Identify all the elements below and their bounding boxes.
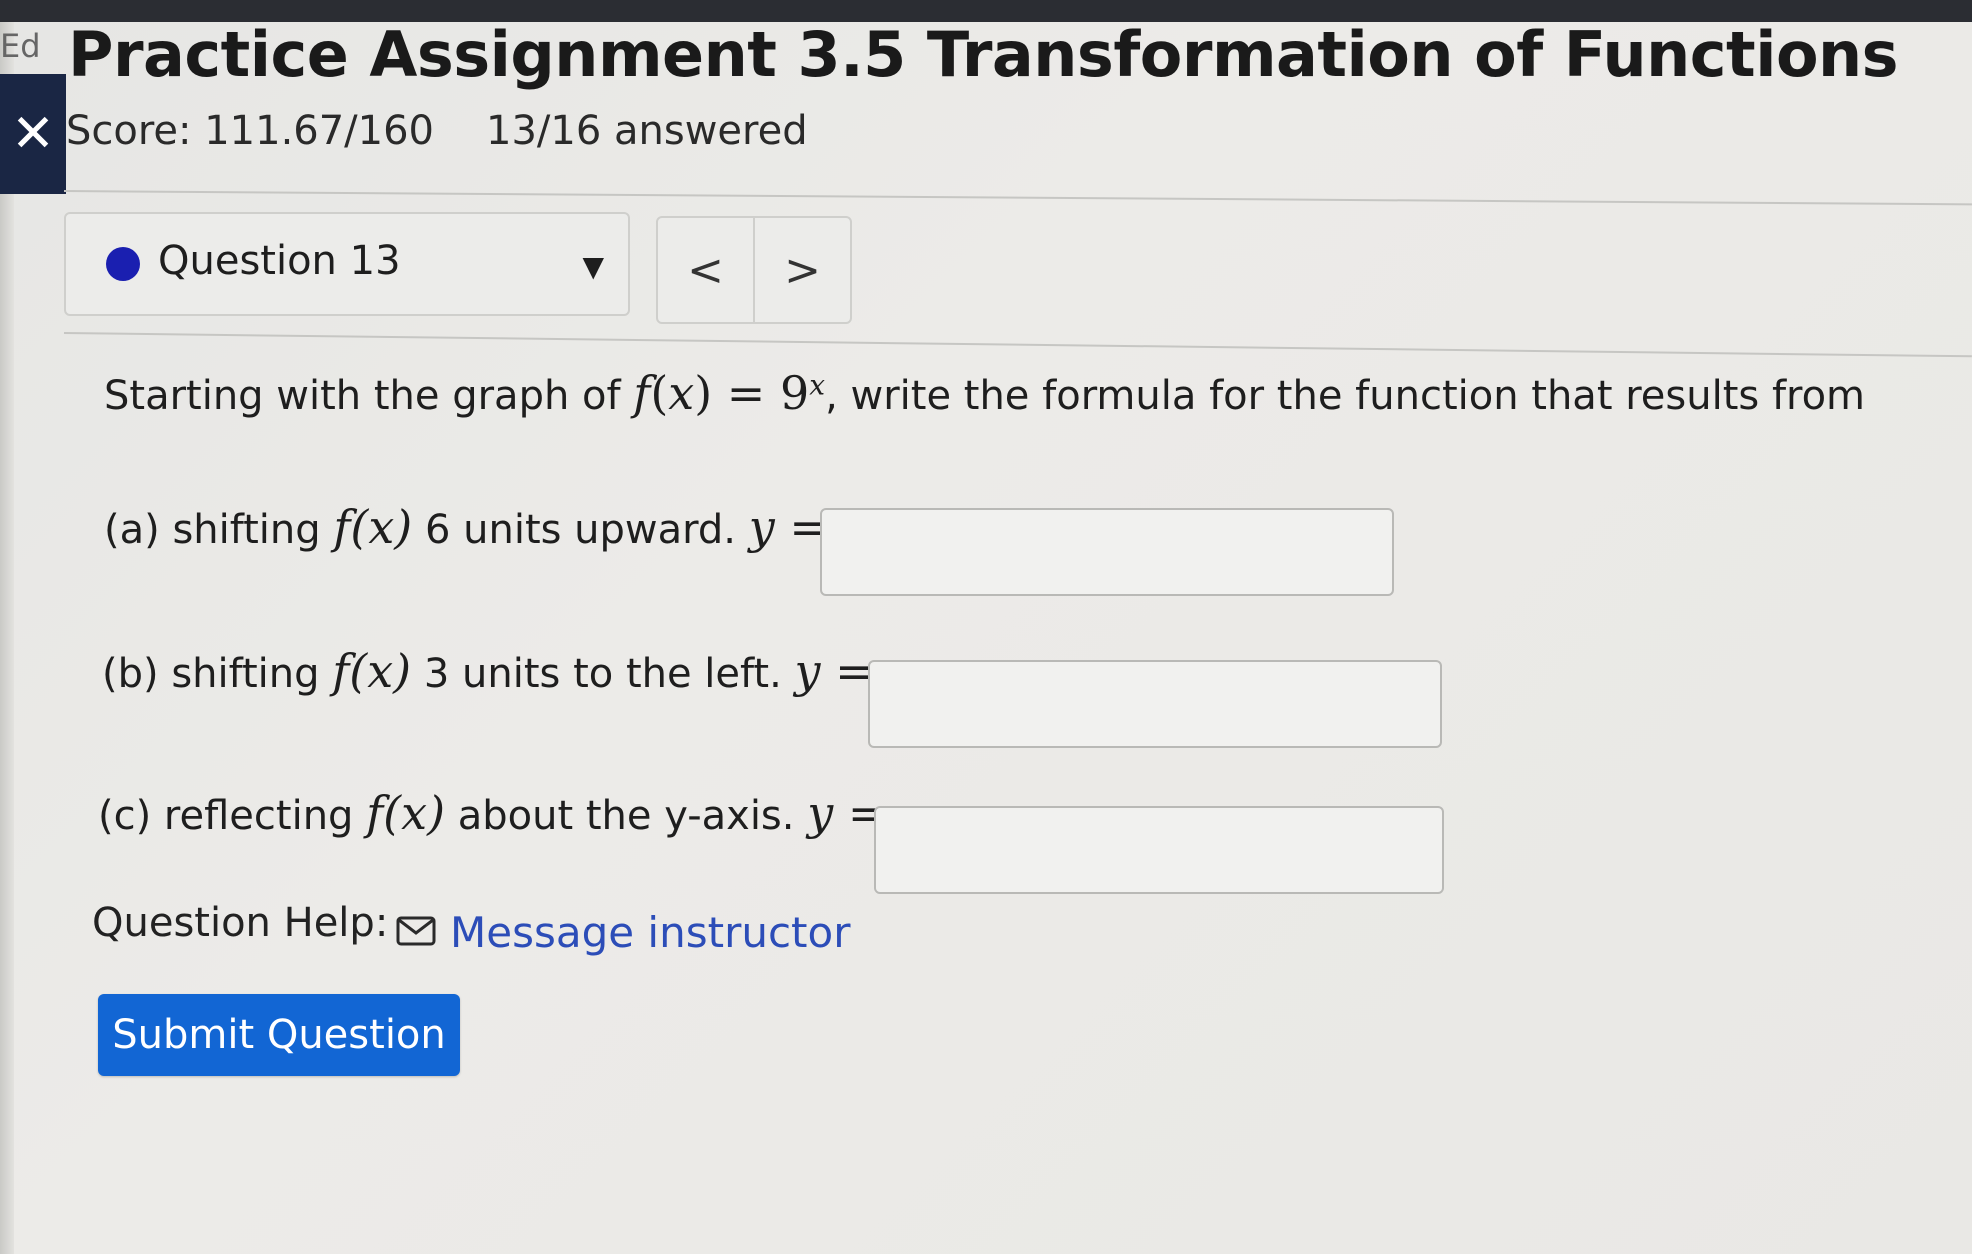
next-question-button[interactable]: > [753, 218, 850, 322]
score-line: Score: 111.67/160 13/16 answered [66, 108, 808, 154]
prompt-base: 9 [779, 366, 810, 420]
prompt-lead-text: Starting with the graph of [104, 373, 634, 419]
part-a-label: (a) shifting [104, 507, 334, 553]
part-c-desc: about the y-axis. [445, 793, 808, 839]
nav-divider [63, 332, 1972, 358]
close-button[interactable]: ✕ [0, 74, 66, 194]
part-b-text: (b) shifting f(x) 3 units to the left. y… [102, 644, 874, 698]
prompt-paren-open: ( [650, 366, 669, 420]
part-b-desc: 3 units to the left. [411, 651, 795, 697]
prompt-trail-text: , write the formula for the function tha… [825, 373, 1866, 419]
answered-count: 13/16 answered [486, 108, 808, 154]
header-divider [63, 190, 1972, 206]
previous-question-button[interactable]: < [658, 218, 753, 322]
part-a-text: (a) shifting f(x) 6 units upward. y = [104, 500, 828, 554]
caret-down-icon: ▼ [582, 250, 604, 283]
status-dot-icon [106, 247, 140, 281]
part-a-answer-input[interactable] [820, 508, 1394, 596]
prompt-equals: = [712, 366, 780, 420]
part-c-text: (c) reflecting f(x) about the y-axis. y … [98, 786, 886, 840]
left-window-edge [0, 22, 14, 1254]
edge-text: Ed [0, 27, 41, 65]
part-a-y-equals: y = [748, 500, 828, 554]
prompt-paren-close: ) [694, 366, 713, 420]
submit-question-button[interactable]: Submit Question [98, 994, 460, 1076]
message-instructor-link[interactable]: Message instructor [396, 908, 850, 957]
part-b-fx: f(x) [332, 644, 412, 698]
part-c-answer-input[interactable] [874, 806, 1444, 894]
question-nav-group: < > [656, 216, 852, 324]
prompt-variable: x [668, 366, 695, 420]
part-c-label: (c) reflecting [98, 793, 367, 839]
envelope-icon [396, 908, 436, 957]
part-a-fx: f(x) [333, 500, 413, 554]
part-b-answer-input[interactable] [868, 660, 1442, 748]
question-dropdown-label: Question 13 [158, 238, 401, 284]
part-a-desc: 6 units upward. [412, 507, 749, 553]
chevron-right-icon: > [784, 244, 821, 296]
part-c-fx: f(x) [366, 786, 446, 840]
chevron-left-icon: < [687, 244, 724, 296]
question-prompt: Starting with the graph of f(x) = 9x, wr… [104, 366, 1865, 420]
part-b-label: (b) shifting [102, 651, 333, 697]
close-icon: ✕ [11, 104, 55, 164]
score-text: Score: 111.67/160 [66, 108, 435, 154]
part-b-y-equals: y = [794, 644, 874, 698]
page-title: Practice Assignment 3.5 Transformation o… [68, 18, 1899, 91]
message-instructor-text: Message instructor [450, 908, 851, 957]
prompt-exponent: x [809, 368, 826, 402]
question-dropdown[interactable]: Question 13 ▼ [64, 212, 630, 316]
question-help-label: Question Help: [92, 900, 389, 946]
prompt-func-name: f [633, 366, 651, 420]
